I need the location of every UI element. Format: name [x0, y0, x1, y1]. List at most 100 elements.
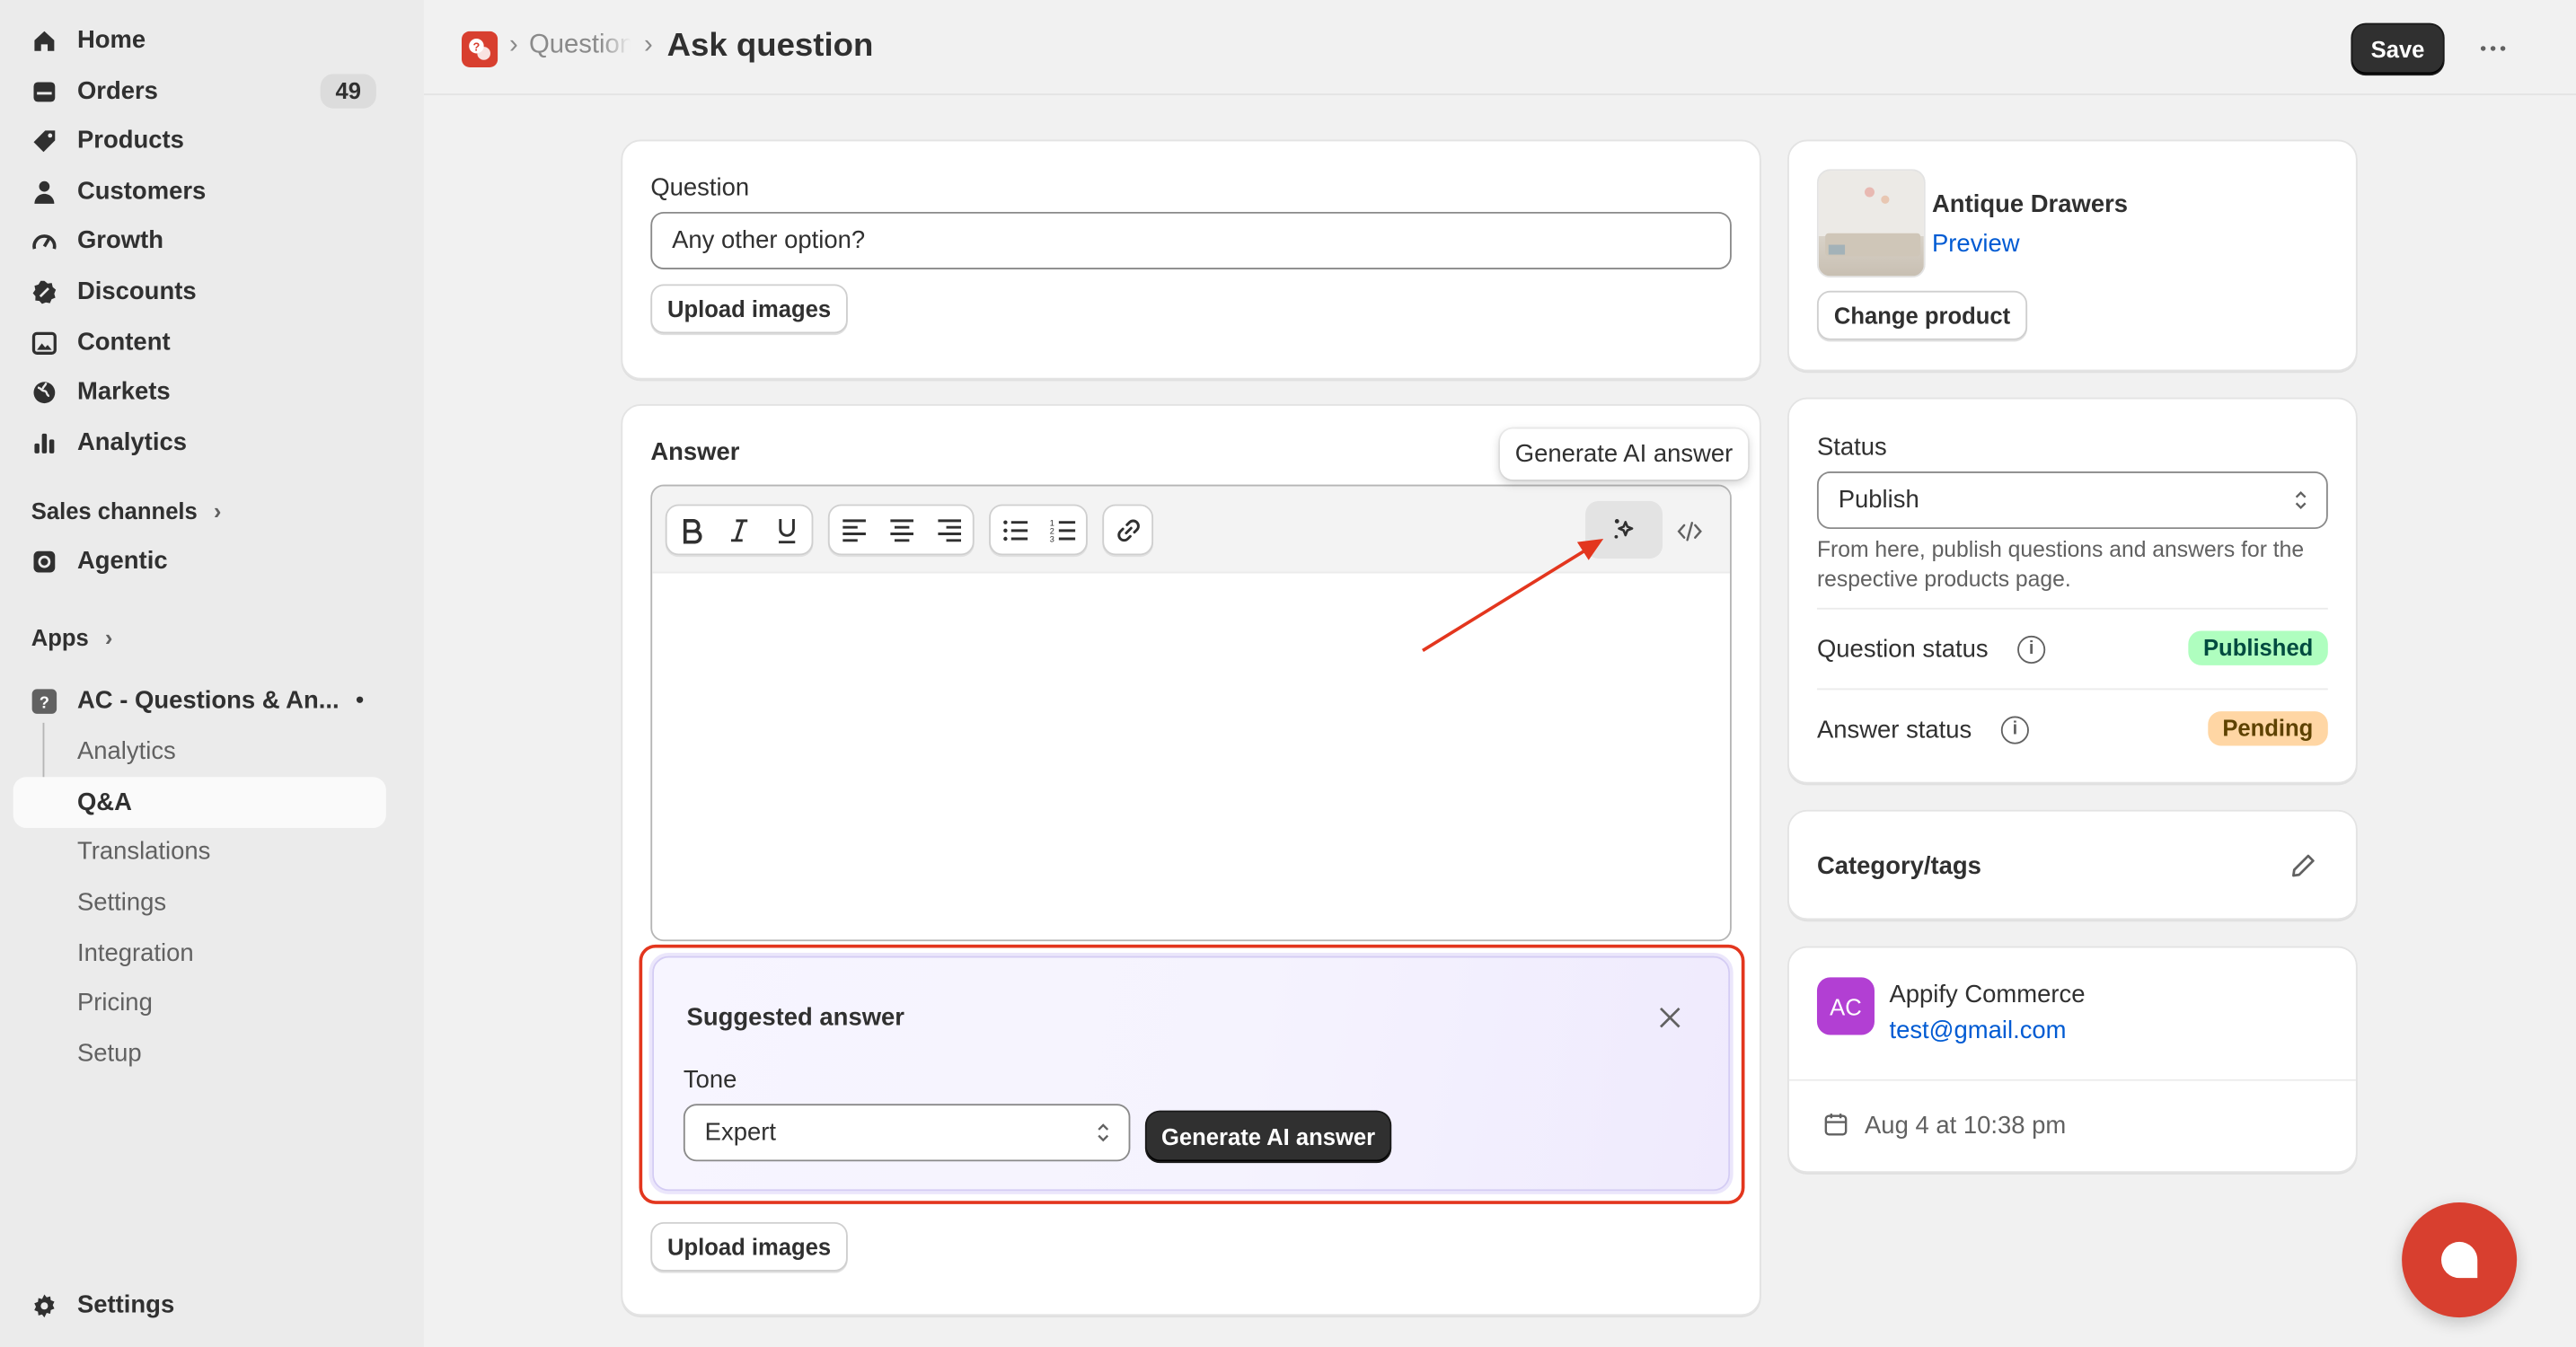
align-center-icon[interactable]	[878, 506, 925, 553]
sidebar-item-label: Content	[76, 328, 171, 357]
bold-icon[interactable]	[667, 506, 715, 553]
status-card: Status Publish From here, publish questi…	[1787, 397, 2358, 784]
info-icon[interactable]: i	[2000, 716, 2029, 744]
sidebar-item-growth[interactable]: Growth	[13, 216, 386, 267]
italic-icon[interactable]	[715, 506, 763, 553]
sidebar-sub-pricing[interactable]: Pricing	[77, 989, 153, 1017]
answer-editor[interactable]	[650, 484, 1732, 942]
sidebar-item-settings[interactable]: Settings	[13, 1280, 386, 1331]
chat-bubble-icon	[2441, 1241, 2478, 1279]
sidebar-sub-translations[interactable]: Translations	[77, 838, 210, 866]
question-date: Aug 4 at 10:38 pm	[1865, 1112, 2067, 1140]
align-group	[827, 504, 975, 556]
sidebar-item-label: Products	[76, 126, 184, 154]
question-input[interactable]: Any other option?	[650, 211, 1732, 270]
sidebar-sub-setup[interactable]: Setup	[77, 1040, 142, 1068]
generate-ai-tooltip: Generate AI answer	[1499, 428, 1749, 480]
answer-status-badge: Pending	[2207, 711, 2328, 746]
sidebar-item-label: Orders	[76, 76, 158, 106]
tone-select[interactable]: Expert	[683, 1104, 1131, 1162]
customer-email-link[interactable]: test@gmail.com	[1889, 1017, 2066, 1044]
svg-text:3: 3	[1049, 534, 1054, 543]
orders-icon	[33, 82, 56, 102]
numbered-list-icon[interactable]: 123	[1038, 506, 1086, 553]
question-upload-images-button[interactable]: Upload images	[650, 284, 848, 334]
select-chevron-icon	[1098, 1123, 1109, 1142]
sidebar-item-agentic[interactable]: Agentic	[13, 535, 386, 586]
answer-upload-images-button[interactable]: Upload images	[650, 1221, 848, 1272]
tooltip-text: Generate AI answer	[1514, 440, 1734, 469]
editor-toolbar	[652, 486, 1731, 574]
close-icon[interactable]	[1658, 1006, 1682, 1030]
divider	[1788, 1078, 2356, 1081]
breadcrumb[interactable]: Questions	[529, 31, 631, 61]
underline-icon[interactable]	[763, 506, 810, 553]
sidebar-item-discounts[interactable]: Discounts	[13, 266, 386, 317]
sidebar-item-analytics[interactable]: Analytics	[13, 418, 386, 469]
bullet-list-icon[interactable]	[991, 506, 1038, 553]
status-label: Status	[1816, 433, 1887, 462]
bar-chart-icon	[34, 433, 55, 453]
product-thumbnail[interactable]	[1816, 169, 1926, 278]
sidebar-item-label: Settings	[76, 1290, 175, 1319]
sidebar-item-customers[interactable]: Customers	[13, 166, 386, 217]
sidebar-sub-analytics[interactable]: Analytics	[77, 737, 176, 765]
product-preview-link[interactable]: Preview	[1932, 230, 2020, 258]
sidebar-item-app[interactable]: ? AC - Questions & An...	[13, 675, 386, 726]
sidebar-item-label: Customers	[76, 177, 207, 206]
suggested-answer-title: Suggested answer	[686, 1003, 904, 1032]
code-view-icon[interactable]	[1669, 511, 1708, 550]
sidebar-item-label: Growth	[76, 226, 163, 255]
sidebar-sub-integration[interactable]: Integration	[77, 939, 194, 967]
align-right-icon[interactable]	[925, 506, 973, 553]
avatar: AC	[1816, 977, 1875, 1035]
page-header: ? › Questions › Ask question Save	[423, 0, 2576, 96]
chat-button[interactable]	[2402, 1202, 2518, 1318]
sidebar-item-products[interactable]: Products	[13, 115, 386, 166]
info-icon[interactable]: i	[2017, 635, 2046, 665]
question-status-label: Question status	[1816, 635, 1989, 665]
gear-icon	[34, 1294, 55, 1318]
apps-header[interactable]: Apps ›	[31, 624, 113, 650]
answer-label: Answer	[650, 438, 740, 467]
status-select[interactable]: Publish	[1816, 471, 2328, 530]
select-chevron-icon	[2295, 490, 2307, 510]
breadcrumb-parent[interactable]: Questions	[529, 31, 631, 59]
customer-card: AC Appify Commerce test@gmail.com Aug 4 …	[1787, 946, 2358, 1174]
agentic-icon	[33, 550, 56, 573]
sales-channels-header[interactable]: Sales channels ›	[31, 497, 222, 524]
tone-select-value: Expert	[704, 1118, 776, 1147]
sidebar-item-orders[interactable]: Orders 49	[13, 66, 386, 117]
sidebar-sub-qa-selected[interactable]	[13, 777, 386, 828]
generate-ai-answer-button[interactable]: Generate AI answer	[1146, 1112, 1390, 1162]
generate-ai-answer-icon[interactable]	[1585, 500, 1663, 559]
sidebar-item-label: Analytics	[76, 428, 187, 457]
divider	[1816, 688, 2328, 691]
status-select-value: Publish	[1838, 486, 1919, 515]
gauge-icon	[32, 234, 57, 250]
discount-icon	[32, 280, 57, 304]
edit-pencil-icon[interactable]	[2290, 852, 2316, 878]
svg-text:?: ?	[40, 692, 49, 711]
align-left-icon[interactable]	[830, 506, 878, 553]
sidebar-item-label: Discounts	[76, 277, 197, 306]
image-icon	[31, 331, 57, 355]
sidebar-sub-settings[interactable]: Settings	[77, 889, 166, 917]
app-logo-icon[interactable]: ?	[461, 31, 498, 68]
person-icon	[34, 180, 55, 204]
sidebar-sub-qa[interactable]: Q&A	[77, 788, 132, 816]
link-icon[interactable]	[1104, 506, 1151, 553]
change-product-button[interactable]: Change product	[1816, 290, 2028, 340]
divider	[1816, 607, 2328, 610]
sidebar-item-home[interactable]: Home	[13, 14, 386, 66]
save-button[interactable]: Save	[2352, 24, 2443, 75]
orders-count-badge: 49	[320, 74, 376, 109]
more-actions-icon[interactable]	[2471, 26, 2514, 69]
sidebar-item-markets[interactable]: Markets	[13, 366, 386, 418]
calendar-icon	[1824, 1114, 1848, 1136]
chevron-right-icon: ›	[213, 497, 222, 524]
sidebar-item-content[interactable]: Content	[13, 317, 386, 368]
question-label: Question	[650, 173, 750, 203]
sidebar-item-label: Markets	[76, 377, 171, 406]
breadcrumb-separator-icon: ›	[509, 31, 518, 59]
